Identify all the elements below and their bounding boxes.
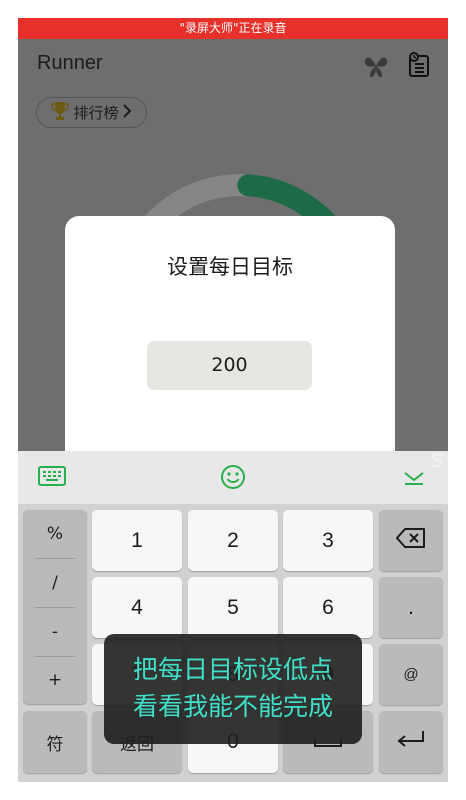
trophy-icon — [51, 101, 70, 125]
key-minus[interactable]: - — [23, 608, 87, 656]
backspace-key[interactable] — [379, 510, 443, 571]
leaderboard-label: 排行榜 — [73, 104, 119, 122]
enter-key[interactable] — [379, 711, 443, 773]
leaderboard-button[interactable]: 排行榜 — [36, 97, 147, 128]
key-4[interactable]: 4 — [92, 577, 182, 638]
enter-icon — [396, 729, 426, 755]
toast-line-1: 把每日目标设低点 — [132, 655, 333, 684]
toast-line-2: 看看我能不能完成 — [132, 692, 333, 721]
keyboard-icon[interactable] — [38, 466, 66, 490]
symbol-column: % / - + — [23, 510, 87, 704]
key-6[interactable]: 6 — [283, 577, 373, 638]
chevron-right-icon — [122, 103, 132, 122]
collapse-icon[interactable] — [403, 470, 425, 490]
dialog-title: 设置每日目标 — [167, 255, 293, 279]
key-1[interactable]: 1 — [92, 510, 182, 571]
key-symbols[interactable]: 符 — [23, 711, 87, 773]
key-plus[interactable]: + — [23, 656, 87, 704]
history-list-icon[interactable] — [407, 52, 431, 82]
phone-screen: "录屏大师"正在录音 Runner 排行榜 设置每日目标 200 S % / -… — [18, 18, 448, 782]
keyboard-toolbar — [18, 451, 448, 504]
key-percent[interactable]: % — [23, 510, 87, 558]
butterfly-icon[interactable] — [363, 53, 389, 83]
key-3[interactable]: 3 — [283, 510, 373, 571]
goal-input[interactable]: 200 — [147, 341, 312, 390]
recording-status-bar: "录屏大师"正在录音 — [18, 18, 448, 39]
backspace-icon — [396, 527, 426, 554]
key-slash[interactable]: / — [23, 559, 87, 607]
app-title: Runner — [37, 52, 103, 74]
toast-message: 把每日目标设低点 看看我能不能完成 — [104, 634, 362, 744]
key-at[interactable]: @ — [379, 644, 443, 705]
key-2[interactable]: 2 — [188, 510, 278, 571]
key-5[interactable]: 5 — [188, 577, 278, 638]
emoji-icon[interactable] — [220, 464, 246, 494]
key-dot[interactable]: . — [379, 577, 443, 638]
